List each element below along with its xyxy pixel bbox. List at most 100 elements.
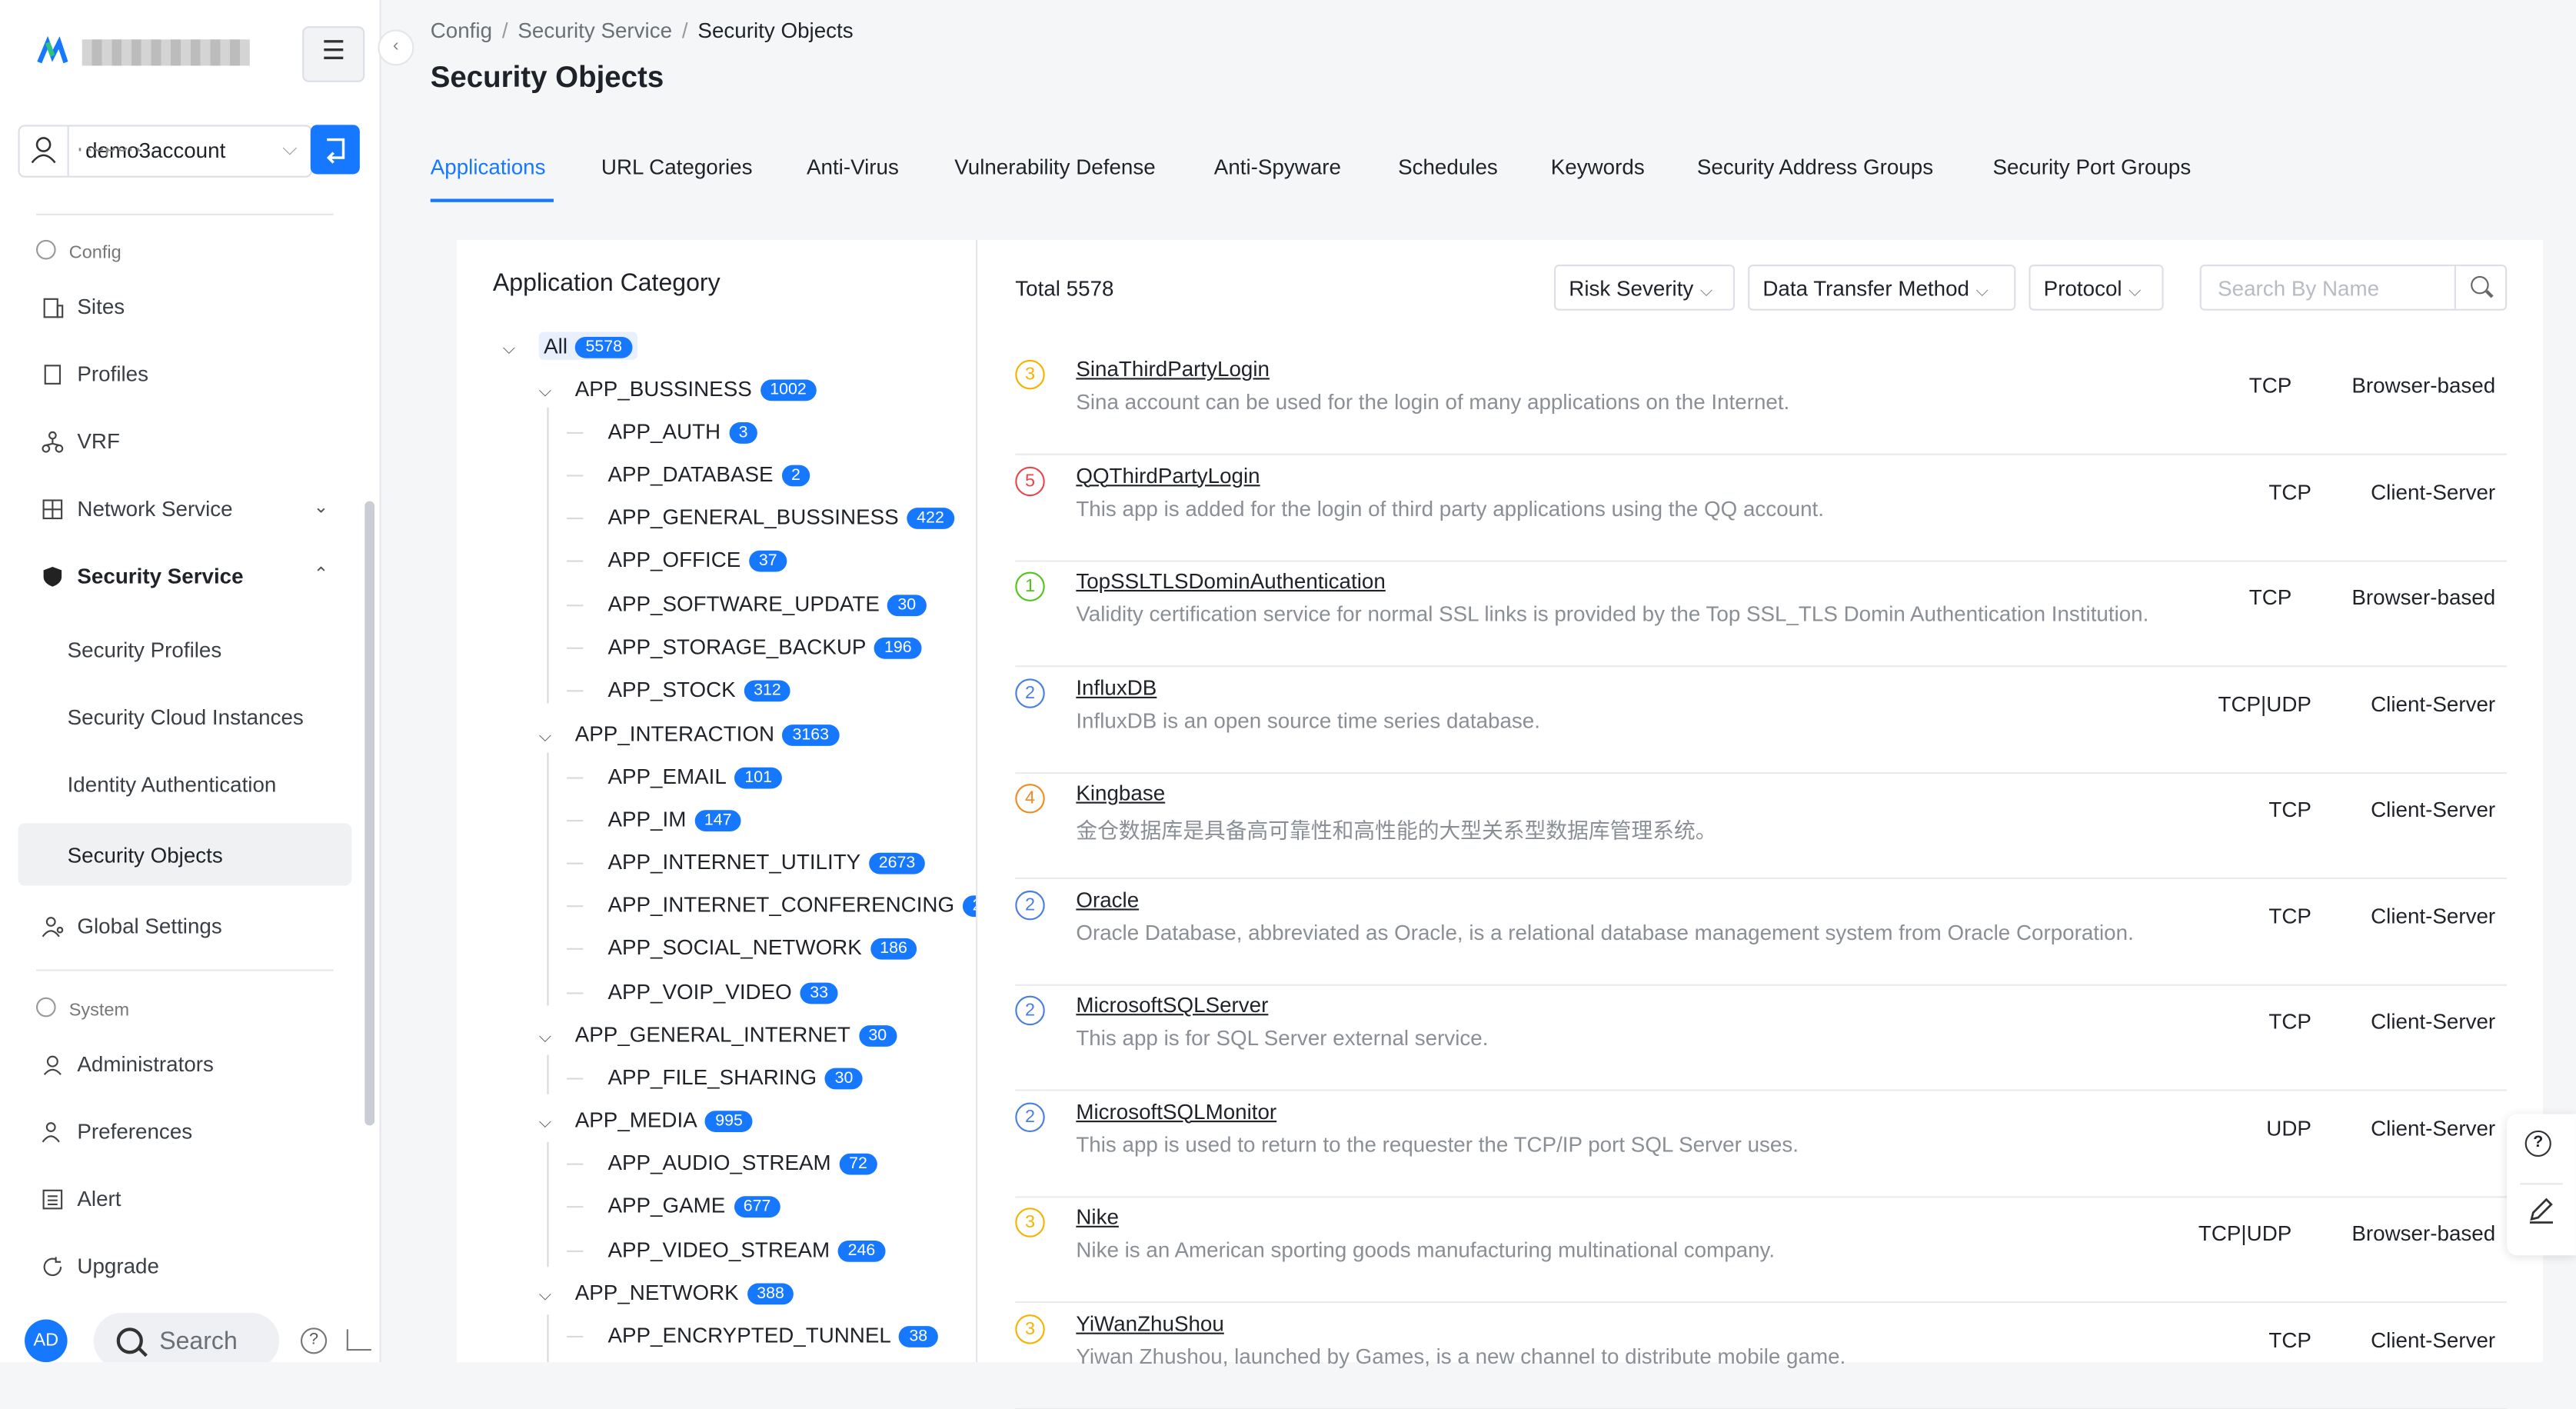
tree-node[interactable]: APP_IM 147 (607, 807, 742, 832)
app-name-link[interactable]: MicrosoftSQLServer (1076, 992, 1268, 1017)
app-name-link[interactable]: Oracle (1076, 887, 1139, 911)
tab-keywords[interactable]: Keywords (1551, 155, 1645, 179)
tree-node[interactable]: APP_INTERNET_UTILITY 2673 (607, 850, 926, 874)
sidebar-item-administrators[interactable]: Administrators (18, 1035, 352, 1094)
tab-anti-spyware[interactable]: Anti-Spyware (1214, 155, 1341, 179)
app-name-link[interactable]: TopSSLTLSDominAuthentication (1076, 568, 1385, 593)
tree-node[interactable]: APP_AUTH 3 (607, 419, 758, 444)
tree-node[interactable]: APP_AUDIO_STREAM 72 (607, 1150, 877, 1175)
tab-security-port-groups[interactable]: Security Port Groups (1992, 155, 2191, 179)
app-row[interactable]: 5 QQThirdPartyLogin This app is added for … (1015, 455, 2508, 561)
tree-node[interactable]: APP_GENERAL_BUSSINESS 422 (607, 505, 954, 529)
sidebar-item-security-objects[interactable]: Security Objects (18, 823, 352, 886)
floating-tools: ? (2507, 1114, 2576, 1256)
help-icon[interactable]: ? (300, 1327, 328, 1354)
menu-toggle-button[interactable]: ☰ (302, 26, 365, 82)
tab-security-address-groups[interactable]: Security Address Groups (1697, 155, 1933, 179)
breadcrumb-config[interactable]: Config (431, 18, 492, 43)
app-row[interactable]: 4 Kingbase 金仓数据库是具备高可靠性和高性能的大型关系型数据库管理系统。 T… (1015, 772, 2508, 879)
chevron-down-icon[interactable]: ⌵ (539, 728, 559, 746)
risk-level-badge: 3 (1015, 1314, 1045, 1344)
chevron-down-icon[interactable]: ⌵ (539, 383, 559, 401)
app-row[interactable]: 3 SinaThirdPartyLogin Sina account can be … (1015, 348, 2508, 455)
tab-vulnerability-defense[interactable]: Vulnerability Defense (954, 155, 1155, 179)
tree-node[interactable]: ⌵ APP_INTERACTION 3163 (539, 721, 839, 746)
app-row[interactable]: 3 Nike Nike is an American sporting goods … (1015, 1196, 2508, 1304)
sidebar-item-security-profiles[interactable]: Security Profiles (18, 621, 352, 681)
tree-guide-line (567, 1206, 584, 1208)
tree-node[interactable]: APP_STORAGE_BACKUP 196 (607, 635, 922, 659)
data-transfer-method-filter[interactable]: Data Transfer Method ⌵ (1748, 264, 2016, 311)
tree-node-all[interactable]: ⌵ All 5578 (503, 331, 637, 360)
sidebar-item-upgrade[interactable]: Upgrade (18, 1237, 352, 1297)
tab-schedules[interactable]: Schedules (1398, 155, 1498, 179)
app-row[interactable]: 2 MicrosoftSQLMonitor This app is used to … (1015, 1091, 2508, 1197)
search-button[interactable] (2454, 266, 2505, 309)
tree-node[interactable]: APP_SOCIAL_NETWORK 186 (607, 935, 917, 960)
sidebar-item-identity-authentication[interactable]: Identity Authentication (18, 756, 352, 815)
tree-node-label: APP_AUDIO_STREAM (607, 1150, 831, 1175)
search-input[interactable] (2201, 266, 2489, 309)
sidebar-item-profiles[interactable]: Profiles (18, 345, 352, 405)
count-badge: 101 (734, 767, 782, 789)
app-name-link[interactable]: InfluxDB (1076, 675, 1157, 699)
chevron-down-icon[interactable]: ⌵ (539, 1114, 559, 1132)
app-name-link[interactable]: Kingbase (1076, 781, 1165, 805)
sidebar-item-network-service[interactable]: Network Service ⌄ (18, 480, 352, 539)
risk-level-badge: 2 (1015, 1101, 1045, 1131)
tree-node[interactable]: APP_ENCRYPTED_TUNNEL 38 (607, 1323, 937, 1347)
chevron-down-icon[interactable]: ⌵ (539, 1287, 559, 1305)
global-search-button[interactable]: Search (93, 1312, 280, 1363)
tab-applications[interactable]: Applications (431, 155, 546, 179)
tree-node-label: APP_INTERNET_CONFERENCING (607, 892, 955, 918)
sidebar-item-preferences[interactable]: Preferences (18, 1103, 352, 1162)
collapse-sidebar-icon[interactable]: ‹ (378, 29, 414, 66)
tree-node[interactable]: APP_INTERNET_CONFERENCING 23 (607, 892, 977, 918)
protocol-filter[interactable]: Protocol ⌵ (2029, 264, 2164, 311)
tab-anti-virus[interactable]: Anti-Virus (807, 155, 899, 179)
sidebar-item-sites[interactable]: Sites (18, 278, 352, 337)
sidebar-scrollbar[interactable] (364, 501, 375, 1126)
app-row[interactable]: 3 YiWanZhuShou Yiwan Zhushou, launched by … (1015, 1302, 2508, 1409)
tree-node-label: APP_DATABASE (607, 461, 774, 487)
sidebar-item-report[interactable]: Report (18, 148, 352, 177)
tree-node[interactable]: APP_FILE_SHARING 30 (607, 1064, 864, 1090)
sidebar-item-global-settings[interactable]: Global Settings (18, 897, 352, 956)
app-name-link[interactable]: QQThirdPartyLogin (1076, 462, 1260, 487)
sidebar-item-vrf[interactable]: VRF (18, 412, 352, 471)
tree-node[interactable]: APP_SOFTWARE_UPDATE 30 (607, 591, 926, 617)
chevron-down-icon[interactable]: ⌵ (539, 1028, 559, 1047)
app-row[interactable]: 2 InfluxDB InfluxDB is an open source time… (1015, 666, 2508, 774)
edit-icon[interactable] (2527, 1196, 2556, 1225)
tree-node-label: APP_EMAIL (607, 764, 727, 789)
tree-node[interactable]: ⌵ APP_MEDIA 995 (539, 1108, 753, 1132)
tree-node[interactable]: APP_OFFICE 37 (607, 547, 787, 572)
tree-node[interactable]: APP_VOIP_VIDEO 33 (607, 979, 838, 1004)
statistics-icon[interactable] (346, 1329, 371, 1351)
tree-node[interactable]: APP_VIDEO_STREAM 246 (607, 1237, 886, 1262)
app-name-link[interactable]: YiWanZhuShou (1076, 1311, 1223, 1335)
app-row[interactable]: 1 TopSSLTLSDominAuthentication Validity ce… (1015, 561, 2508, 668)
sidebar-item-security-service[interactable]: Security Service ⌃ (18, 547, 352, 606)
tree-node[interactable]: APP_GAME 677 (607, 1193, 781, 1218)
app-name-link[interactable]: MicrosoftSQLMonitor (1076, 1098, 1276, 1123)
tree-node[interactable]: APP_DATABASE 2 (607, 461, 810, 487)
sidebar-item-alert[interactable]: Alert (18, 1170, 352, 1229)
app-name-link[interactable]: Nike (1076, 1204, 1119, 1229)
tree-node[interactable]: APP_EMAIL 101 (607, 764, 782, 789)
tab-url-categories[interactable]: URL Categories (601, 155, 753, 179)
app-name-link[interactable]: SinaThirdPartyLogin (1076, 357, 1270, 381)
count-badge: 33 (800, 982, 838, 1004)
risk-severity-filter[interactable]: Risk Severity ⌵ (1554, 264, 1736, 311)
tree-node[interactable]: ⌵ APP_NETWORK 388 (539, 1280, 794, 1305)
help-icon[interactable]: ? (2524, 1130, 2551, 1158)
tree-node[interactable]: ⌵ APP_BUSSINESS 1002 (539, 376, 817, 401)
tree-node[interactable]: ⌵ APP_GENERAL_INTERNET 30 (539, 1022, 897, 1047)
breadcrumb-security-service[interactable]: Security Service (518, 18, 672, 43)
avatar[interactable]: AD (25, 1319, 68, 1363)
app-row[interactable]: 2 MicrosoftSQLServer This app is for SQL S… (1015, 984, 2508, 1091)
sidebar-item-security-cloud-instances[interactable]: Security Cloud Instances (18, 688, 352, 748)
building-icon (43, 298, 64, 318)
tree-node[interactable]: APP_STOCK 312 (607, 677, 791, 702)
app-row[interactable]: 2 Oracle Oracle Database, abbreviated as O… (1015, 878, 2508, 985)
